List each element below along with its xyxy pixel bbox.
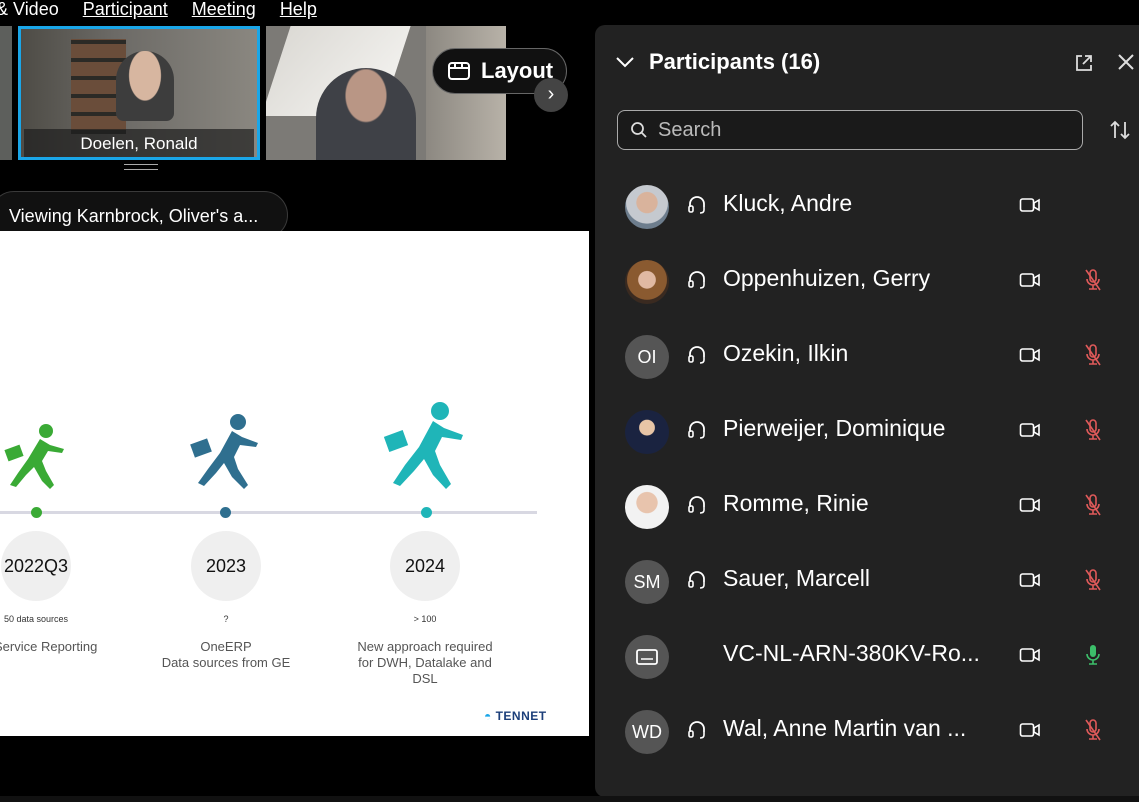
participants-title: Participants (16)	[649, 49, 821, 74]
avatar: WD	[625, 710, 669, 754]
participant-row[interactable]: Pierweijer, Dominique	[595, 403, 1139, 478]
menu-bar: & Video Participant Meeting Help	[0, 0, 317, 20]
runner-icon-teal	[384, 402, 463, 489]
mic-muted-icon[interactable]	[1083, 343, 1103, 367]
milestone-year: 2024	[390, 531, 460, 601]
chevron-right-icon[interactable]: ›	[534, 78, 568, 112]
participant-video	[316, 68, 416, 160]
participant-name: Pierweijer, Dominique	[723, 415, 946, 441]
video-camera-icon[interactable]	[1019, 722, 1041, 738]
milestone-year: 2022Q3	[1, 531, 71, 601]
participant-name: Wal, Anne Martin van ...	[723, 715, 967, 741]
tennet-logo: ◓ TENNET	[484, 709, 547, 723]
mic-active-icon[interactable]	[1083, 643, 1103, 667]
participant-name: Kluck, Andre	[723, 190, 853, 216]
video-camera-icon[interactable]	[1019, 497, 1041, 513]
close-icon[interactable]	[1117, 53, 1135, 71]
participant-row[interactable]: OI Ozekin, Ilkin	[595, 328, 1139, 403]
participant-name: Ozekin, Ilkin	[723, 340, 849, 366]
bottom-edge	[0, 796, 1139, 802]
timeline-dot	[421, 507, 432, 518]
avatar	[625, 485, 669, 529]
milestone-note: ?	[223, 614, 229, 624]
avatar	[625, 185, 669, 229]
participant-name: Sauer, Marcell	[723, 565, 871, 591]
participant-row[interactable]: Kluck, Andre	[595, 178, 1139, 253]
video-thumbnail-active[interactable]: Doelen, Ronald	[18, 26, 260, 160]
mic-muted-icon[interactable]	[1083, 418, 1103, 442]
menu-participant[interactable]: Participant	[83, 0, 168, 20]
video-camera-icon[interactable]	[1019, 272, 1041, 288]
mic-muted-icon[interactable]	[1083, 268, 1103, 292]
timeline-line	[0, 511, 537, 514]
video-camera-icon[interactable]	[1019, 197, 1041, 213]
milestone-note: 50 data sources	[3, 614, 69, 624]
layout-icon	[448, 62, 470, 80]
milestone-year: 2023	[191, 531, 261, 601]
shared-content-slide: 2022Q3 2023 2024 50 data sources ? > 100…	[0, 231, 589, 736]
video-name-label: Doelen, Ronald	[24, 129, 254, 157]
milestone-caption: OneERP Data sources from GE	[161, 639, 291, 670]
video-camera-icon[interactable]	[1019, 347, 1041, 363]
mic-muted-icon[interactable]	[1083, 568, 1103, 592]
video-camera-icon[interactable]	[1019, 572, 1041, 588]
runner-icon-blue	[190, 414, 258, 489]
timeline-dot	[31, 507, 42, 518]
video-camera-icon[interactable]	[1019, 647, 1041, 663]
sort-icon[interactable]	[1109, 119, 1131, 141]
participant-row[interactable]: Oppenhuizen, Gerry	[595, 253, 1139, 328]
milestone-note: > 100	[413, 614, 437, 624]
participant-search[interactable]	[617, 110, 1083, 150]
participant-row[interactable]: VC-NL-ARN-380KV-Ro...	[595, 628, 1139, 703]
headset-icon	[688, 571, 705, 589]
participants-panel: Participants (16) Kluck, Andre Oppenhuize…	[595, 25, 1139, 797]
participant-row[interactable]: WD Wal, Anne Martin van ...	[595, 703, 1139, 778]
avatar: OI	[625, 335, 669, 379]
participant-name: Oppenhuizen, Gerry	[723, 265, 931, 291]
video-camera-icon[interactable]	[1019, 422, 1041, 438]
search-icon	[631, 122, 647, 138]
headset-icon	[688, 346, 705, 364]
mic-muted-icon[interactable]	[1083, 718, 1103, 742]
chevron-down-icon[interactable]	[615, 55, 635, 69]
headset-icon	[688, 196, 705, 214]
video-thumbnail-partial[interactable]	[0, 26, 12, 160]
avatar	[625, 260, 669, 304]
timeline-dot	[220, 507, 231, 518]
search-input[interactable]	[658, 118, 1058, 142]
menu-audio-video[interactable]: & Video	[0, 0, 59, 20]
mic-muted-icon[interactable]	[1083, 493, 1103, 517]
menu-meeting[interactable]: Meeting	[192, 0, 256, 20]
milestone-caption: New approach required for DWH, Datalake …	[357, 639, 493, 686]
avatar: SM	[625, 560, 669, 604]
headset-icon	[688, 496, 705, 514]
thumbnail-drag-handle[interactable]	[124, 164, 158, 170]
headset-icon	[688, 271, 705, 289]
headset-icon	[688, 421, 705, 439]
participants-header[interactable]: Participants (16)	[615, 49, 820, 75]
participant-name: VC-NL-ARN-380KV-Ro...	[723, 640, 980, 666]
participant-row[interactable]: Romme, Rinie	[595, 478, 1139, 553]
popout-icon[interactable]	[1074, 53, 1094, 73]
participant-video	[116, 51, 174, 121]
participant-row[interactable]: SM Sauer, Marcell	[595, 553, 1139, 628]
runner-icon-green	[4, 424, 64, 489]
device-avatar-icon	[625, 635, 669, 679]
avatar	[625, 410, 669, 454]
milestone-caption: Service Reporting	[0, 639, 98, 654]
headset-icon	[688, 721, 705, 739]
participant-name: Romme, Rinie	[723, 490, 869, 516]
menu-help[interactable]: Help	[280, 0, 317, 20]
